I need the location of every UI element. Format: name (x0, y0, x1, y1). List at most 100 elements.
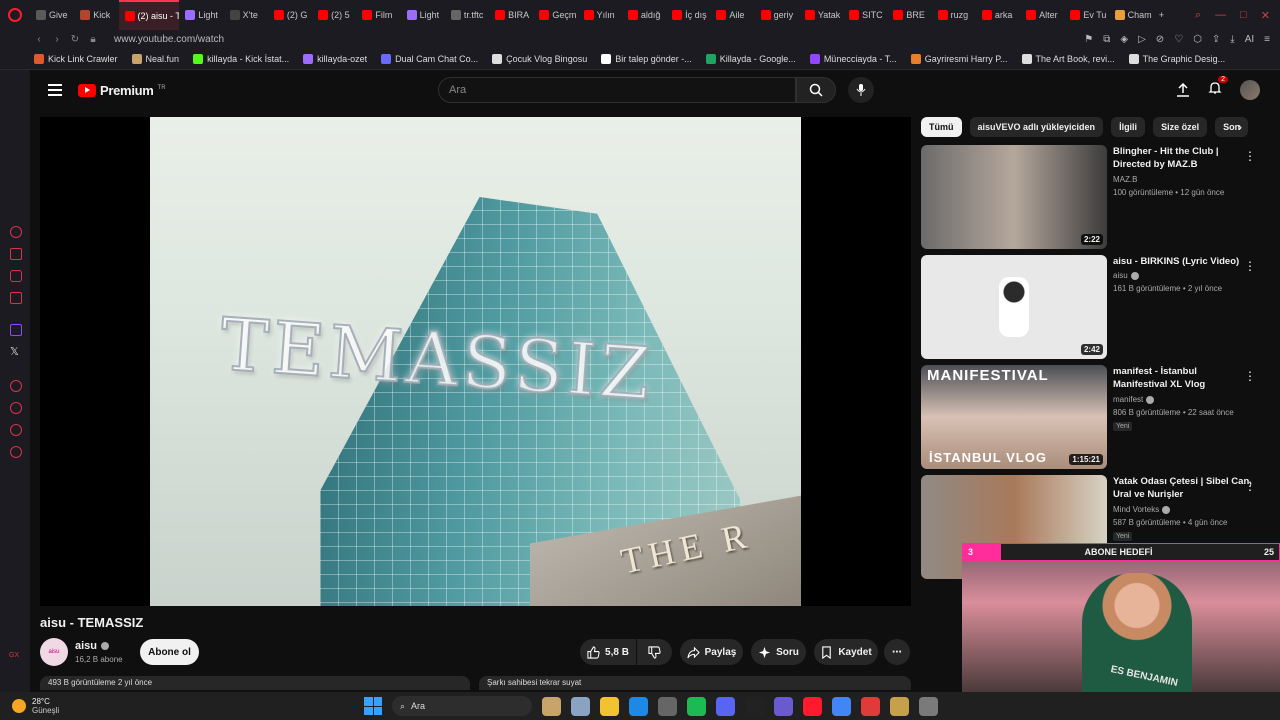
browser-tab[interactable]: Aile (710, 0, 754, 30)
browser-tab[interactable]: SITC (843, 0, 887, 30)
video-thumbnail[interactable]: MANIFESTIVAL İSTANBUL VLOG 1:15:21 (921, 365, 1107, 469)
bookmark-item[interactable]: Neal.fun (131, 53, 179, 64)
download-icon[interactable]: ⤓ (1230, 34, 1234, 45)
browser-tab[interactable]: BRE (887, 0, 931, 30)
bookmark-item[interactable]: The Art Book, revi... (1021, 53, 1115, 64)
browser-tab[interactable]: Kick (74, 0, 118, 30)
voice-search-button[interactable] (848, 77, 874, 103)
recommendation-channel[interactable]: Mind Vorteks (1113, 505, 1171, 514)
video-player[interactable]: THE R TEMASSIZ (40, 117, 911, 606)
taskbar-app-icon[interactable] (745, 696, 764, 716)
minimize-icon[interactable]: — (1215, 9, 1226, 22)
adblock-icon[interactable]: ⊘ (1156, 34, 1164, 45)
video-thumbnail[interactable]: 2:42 (921, 255, 1107, 359)
browser-tab[interactable]: Give (30, 0, 74, 30)
weather-widget[interactable]: 28°C Güneşli (0, 697, 59, 715)
play-icon[interactable]: ▷ (1138, 34, 1146, 45)
bookmark-item[interactable]: Kick Link Crawler (34, 53, 118, 64)
share-button[interactable]: Paylaş (680, 639, 743, 665)
like-button[interactable]: 5,8 B (580, 639, 636, 665)
browser-tab[interactable]: Light (179, 0, 223, 30)
filter-chip[interactable]: İlgili (1111, 117, 1146, 137)
more-vertical-icon[interactable]: ⋮ (1244, 479, 1256, 493)
recommendation-title[interactable]: Blingher - Hit the Club | Directed by MA… (1113, 145, 1253, 171)
twitch-icon[interactable] (10, 324, 22, 336)
back-icon[interactable]: ‹ (30, 34, 48, 45)
notifications-button[interactable]: 2 (1208, 75, 1228, 100)
browser-tab[interactable]: Ev Tu (1064, 0, 1108, 30)
recommendation-channel[interactable]: MAZ.B (1113, 175, 1137, 184)
recommendation-item[interactable]: MANIFESTIVAL İSTANBUL VLOG 1:15:21 manifest… (921, 365, 1266, 469)
filter-chip[interactable]: Tümü (921, 117, 962, 137)
recommendation-item[interactable]: 2:22 Blingher - Hit the Club | Directed b… (921, 145, 1266, 249)
browser-tab[interactable]: (2) G (268, 0, 312, 30)
taskbar-app-icon[interactable] (629, 696, 648, 716)
bookmark-item[interactable]: Çocuk Vlog Bingosu (492, 53, 587, 64)
browser-tab[interactable]: Geçm (533, 0, 577, 30)
chevron-right-icon[interactable]: › (1238, 120, 1242, 134)
description-box[interactable]: 493 B görüntüleme 2 yıl önce (40, 676, 470, 690)
browser-tab[interactable]: BIRA (489, 0, 533, 30)
bookmark-icon[interactable]: ⚑ (1084, 34, 1093, 45)
browser-tab[interactable]: (2) aisu - T (118, 0, 180, 30)
browser-tab[interactable]: X'te (224, 0, 268, 30)
menu-icon[interactable]: ≡ (1264, 34, 1270, 45)
taskbar-search[interactable]: ⌕ Ara (392, 696, 532, 716)
player-icon[interactable] (10, 380, 22, 392)
taskbar-app-icon[interactable] (861, 696, 880, 716)
browser-tab[interactable]: tr.tftc (445, 0, 489, 30)
dislike-button[interactable] (637, 639, 672, 665)
recommendation-title[interactable]: aisu - BIRKINS (Lyric Video) (1113, 255, 1253, 268)
browser-tab[interactable]: Alter (1020, 0, 1064, 30)
comment-preview[interactable]: Şarkı sahibesi tekrar suyat (479, 676, 911, 690)
new-tab-button[interactable]: + (1153, 0, 1170, 30)
taskbar-app-icon[interactable] (687, 696, 706, 716)
bookmark-item[interactable]: killayda - Kick İstat... (193, 53, 289, 64)
browser-tab[interactable]: geriy (755, 0, 799, 30)
shield-icon[interactable]: ◈ (1120, 34, 1128, 45)
browser-tab[interactable]: Cham (1109, 0, 1153, 30)
save-button[interactable]: Kaydet (814, 639, 878, 665)
search-tabs-icon[interactable]: ⌕ (1195, 9, 1201, 22)
hamburger-menu-icon[interactable] (48, 81, 62, 99)
browser-tab[interactable]: aldığ (622, 0, 666, 30)
aria-icon[interactable] (10, 226, 22, 238)
heart-icon[interactable]: ♡ (1174, 34, 1183, 45)
instagram-icon[interactable] (10, 270, 22, 282)
more-actions-button[interactable]: ⋯ (884, 639, 910, 665)
filter-chip[interactable]: Son (1215, 117, 1249, 137)
youtube-premium-logo[interactable]: Premium TR (78, 83, 166, 98)
taskbar-app-icon[interactable] (919, 696, 938, 716)
channel-avatar[interactable]: aisu (40, 638, 68, 666)
browser-tab[interactable]: ruzg (932, 0, 976, 30)
share-icon[interactable]: ⇪ (1212, 34, 1220, 45)
reload-icon[interactable]: ↻ (66, 34, 84, 45)
more-vertical-icon[interactable]: ⋮ (1244, 149, 1256, 163)
browser-tab[interactable]: İç dış (666, 0, 710, 30)
taskbar-app-icon[interactable] (716, 696, 735, 716)
wallet-icon[interactable] (10, 248, 22, 260)
forward-icon[interactable]: › (48, 34, 66, 45)
bookmark-item[interactable]: Gayriresmi Harry P... (910, 53, 1008, 64)
bookmark-item[interactable]: killayda-ozet (303, 53, 367, 64)
url-field[interactable]: www.youtube.com/watch (114, 34, 224, 45)
ai-button[interactable]: AI (1245, 34, 1254, 45)
bookmark-item[interactable]: Bir talep gönder -... (601, 53, 692, 64)
recommendation-channel[interactable]: aisu (1113, 271, 1139, 280)
recommendation-title[interactable]: Yatak Odası Çetesi | Sibel Can, Ural ve … (1113, 475, 1253, 501)
pinboard-icon[interactable] (10, 424, 22, 436)
more-vertical-icon[interactable]: ⋮ (1244, 259, 1256, 273)
recommendation-channel[interactable]: manifest (1113, 395, 1155, 404)
taskbar-app-icon[interactable] (890, 696, 909, 716)
taskbar-app-icon[interactable] (803, 696, 822, 716)
opera-icon[interactable] (0, 0, 30, 30)
taskbar-app-icon[interactable] (542, 696, 561, 716)
browser-tab[interactable]: Yatak (799, 0, 843, 30)
bookmark-item[interactable]: Dual Cam Chat Co... (381, 53, 478, 64)
browser-tab[interactable]: arka (976, 0, 1020, 30)
subscribe-button[interactable]: Abone ol (140, 639, 199, 665)
x-icon[interactable]: 𝕏 (10, 345, 19, 358)
taskbar-app-icon[interactable] (571, 696, 590, 716)
upload-icon[interactable] (1176, 83, 1190, 97)
close-window-icon[interactable]: ✕ (1261, 9, 1270, 22)
